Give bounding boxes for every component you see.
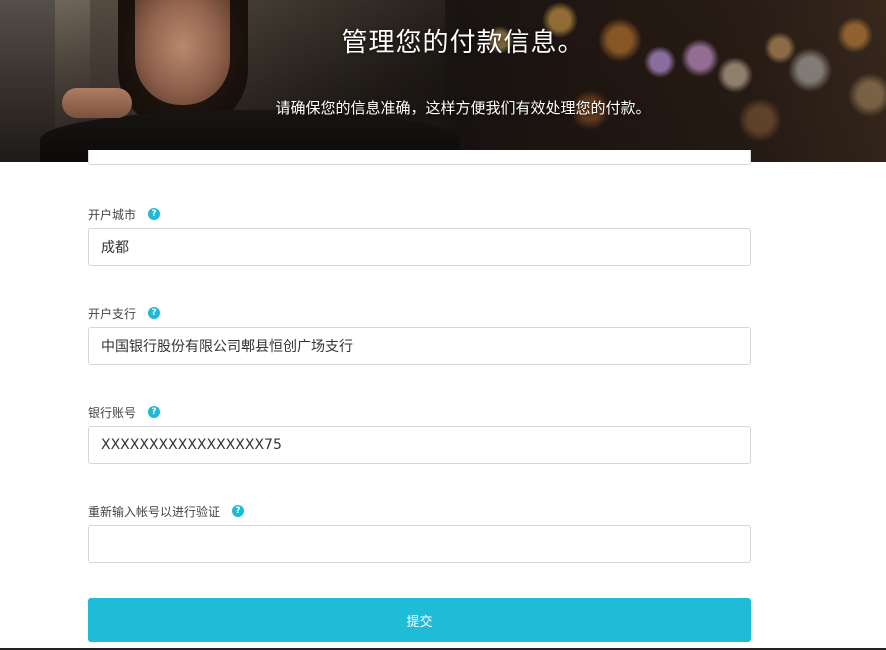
account-number-input[interactable] — [88, 426, 751, 464]
question-circle-icon[interactable]: ? — [148, 208, 161, 220]
field-branch-label-row: 开户支行 ? — [88, 303, 751, 323]
field-branch-label: 开户支行 — [88, 306, 137, 321]
field-branch-group: 开户支行 ? — [88, 303, 751, 365]
field-account-group: 银行账号 ? — [88, 402, 751, 464]
field-confirm-account-label: 重新输入帐号以进行验证 — [88, 504, 221, 519]
submit-button[interactable]: 提交 — [88, 598, 751, 642]
question-circle-icon[interactable]: ? — [148, 307, 161, 319]
branch-input[interactable] — [88, 327, 751, 365]
field-confirm-account-group: 重新输入帐号以进行验证 ? — [88, 501, 751, 563]
previous-field-edge — [88, 150, 751, 165]
payment-info-page: 管理您的付款信息。 请确保您的信息准确，这样方便我们有效处理您的付款。 开户城市… — [0, 0, 886, 650]
city-input[interactable] — [88, 228, 751, 266]
field-city-label-row: 开户城市 ? — [88, 204, 751, 224]
hero-banner: 管理您的付款信息。 请确保您的信息准确，这样方便我们有效处理您的付款。 — [0, 0, 886, 162]
page-subtitle: 请确保您的信息准确，这样方便我们有效处理您的付款。 — [275, 99, 651, 117]
confirm-account-number-input[interactable] — [88, 525, 751, 563]
field-city-group: 开户城市 ? — [88, 204, 751, 266]
field-confirm-account-label-row: 重新输入帐号以进行验证 ? — [88, 501, 751, 521]
field-city-label: 开户城市 — [88, 207, 137, 222]
question-circle-icon[interactable]: ? — [232, 505, 245, 517]
question-circle-icon[interactable]: ? — [148, 406, 161, 418]
page-title: 管理您的付款信息。 — [341, 28, 585, 58]
field-account-label: 银行账号 — [88, 405, 137, 420]
field-account-label-row: 银行账号 ? — [88, 402, 751, 422]
